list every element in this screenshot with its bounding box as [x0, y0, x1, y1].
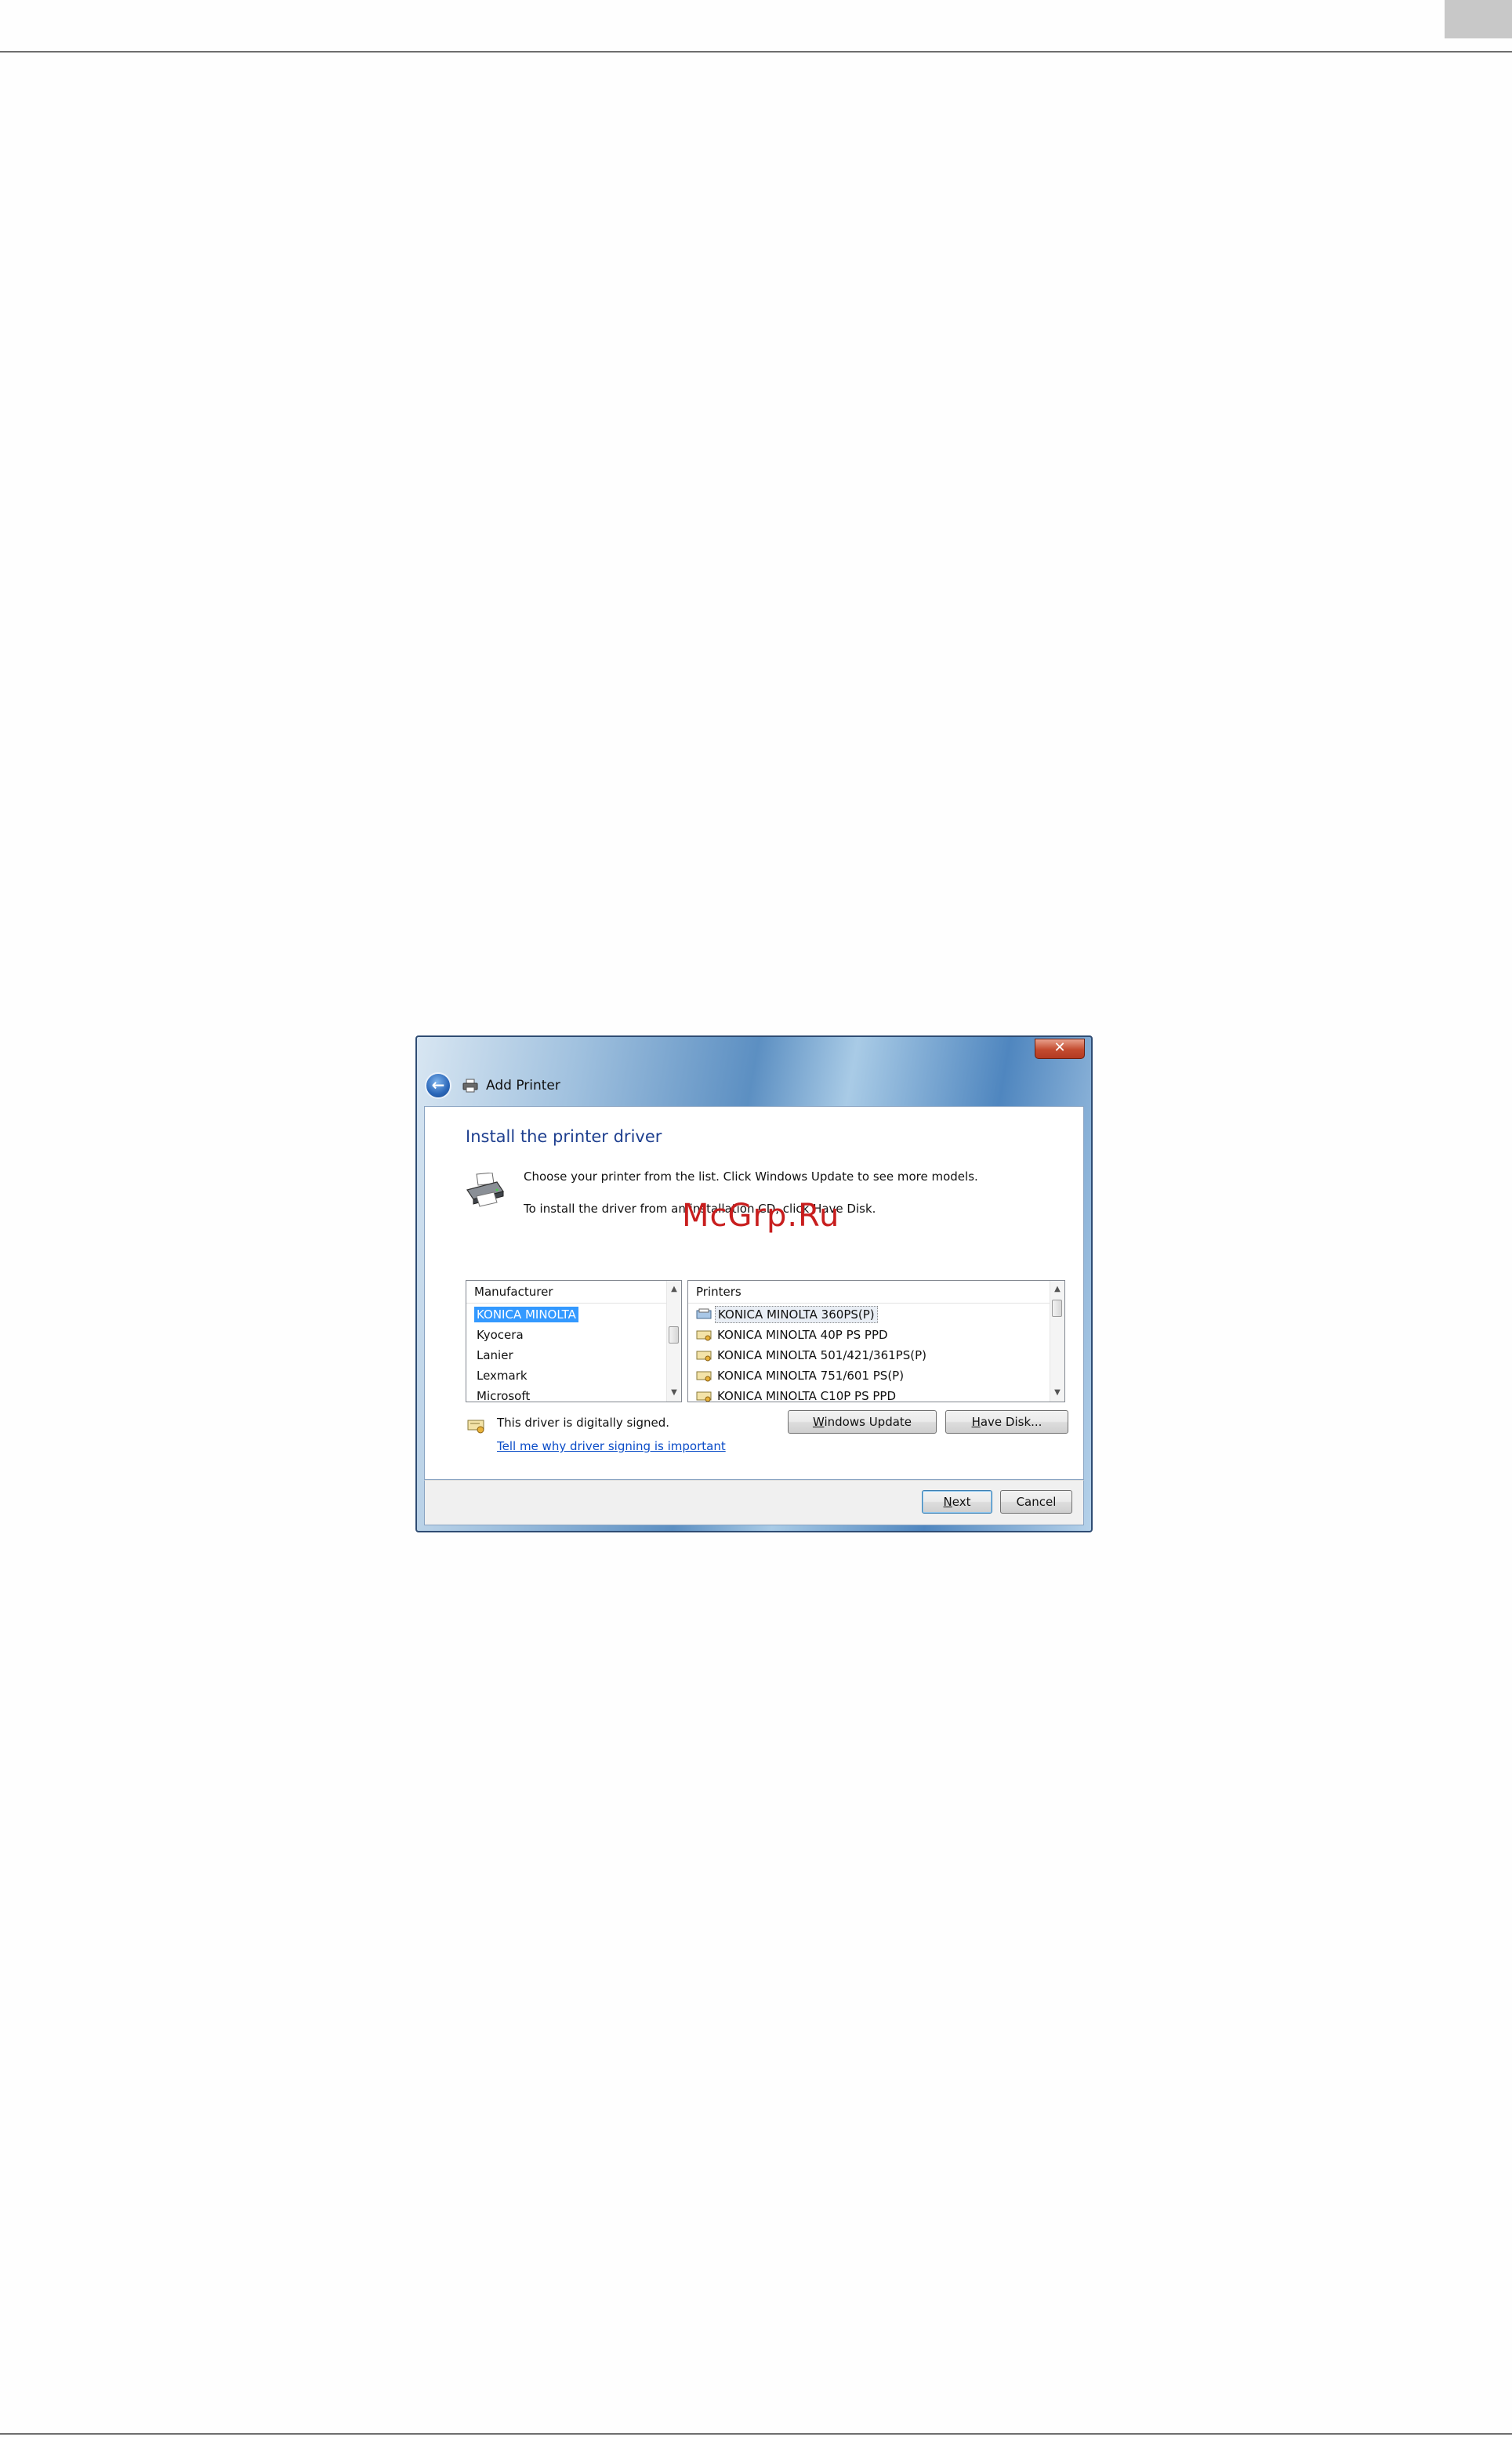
list-item[interactable]: Lanier [466, 1345, 667, 1365]
back-arrow-icon: ← [431, 1075, 445, 1094]
printers-column-header: Printers [688, 1281, 1050, 1304]
list-item[interactable]: KONICA MINOLTA 751/601 PS(P) [688, 1365, 1050, 1386]
page-corner-tab [1445, 0, 1512, 38]
window-title: Add Printer [486, 1078, 560, 1093]
page-title: Install the printer driver [466, 1127, 662, 1146]
next-button[interactable]: Next [922, 1490, 992, 1514]
add-printer-dialog: ✕ ← Add Printer Install the printer driv… [415, 1035, 1093, 1532]
list-item[interactable]: Kyocera [466, 1325, 667, 1345]
instructions-text: Choose your printer from the list. Click… [524, 1170, 978, 1184]
list-item[interactable]: Lexmark [466, 1365, 667, 1386]
signed-driver-icon [696, 1330, 712, 1341]
manufacturer-list[interactable]: Manufacturer KONICA MINOLTA Kyocera Lani… [466, 1280, 682, 1402]
printer-icon [466, 1173, 504, 1207]
printer-icon [462, 1079, 478, 1093]
scroll-up-icon[interactable]: ▲ [667, 1282, 681, 1296]
list-item[interactable]: KONICA MINOLTA [466, 1304, 667, 1325]
header-rule [0, 51, 1512, 53]
signed-driver-icon [696, 1391, 712, 1402]
printers-list[interactable]: Printers KONICA MINOLTA 360PS(P) KONICA … [687, 1280, 1065, 1402]
back-button[interactable]: ← [425, 1072, 451, 1099]
scroll-thumb[interactable] [1052, 1300, 1062, 1317]
list-item[interactable]: KONICA MINOLTA C10P PS PPD [688, 1386, 1050, 1402]
driver-signing-link[interactable]: Tell me why driver signing is important [497, 1439, 726, 1453]
signed-driver-icon [467, 1420, 484, 1434]
list-item[interactable]: KONICA MINOLTA 501/421/361PS(P) [688, 1345, 1050, 1365]
cancel-button[interactable]: Cancel [1000, 1490, 1072, 1514]
signed-driver-icon [696, 1308, 712, 1319]
signed-driver-icon [696, 1371, 712, 1382]
scroll-up-icon[interactable]: ▲ [1050, 1282, 1064, 1296]
driver-signed-status: This driver is digitally signed. [497, 1416, 670, 1430]
printers-scrollbar[interactable]: ▲ ▼ [1050, 1281, 1064, 1402]
dialog-footer: Next Cancel [424, 1480, 1084, 1525]
list-item[interactable]: KONICA MINOLTA 360PS(P) [688, 1304, 1050, 1325]
close-button[interactable]: ✕ [1035, 1039, 1085, 1059]
signed-driver-icon [696, 1351, 712, 1362]
scroll-down-icon[interactable]: ▼ [1050, 1386, 1064, 1400]
list-item[interactable]: KONICA MINOLTA 40P PS PPD [688, 1325, 1050, 1345]
scroll-thumb[interactable] [669, 1326, 679, 1344]
scroll-down-icon[interactable]: ▼ [667, 1386, 681, 1400]
have-disk-button[interactable]: Have Disk... [945, 1410, 1068, 1434]
manufacturer-scrollbar[interactable]: ▲ ▼ [666, 1281, 681, 1402]
list-item[interactable]: Microsoft [466, 1386, 667, 1402]
dialog-content: Install the printer driver Choose your p… [424, 1106, 1084, 1480]
windows-update-button[interactable]: Windows Update [788, 1410, 937, 1434]
footer-rule [0, 2433, 1512, 2435]
manufacturer-column-header: Manufacturer [466, 1281, 667, 1304]
watermark: McGrp.Ru [682, 1198, 840, 1234]
